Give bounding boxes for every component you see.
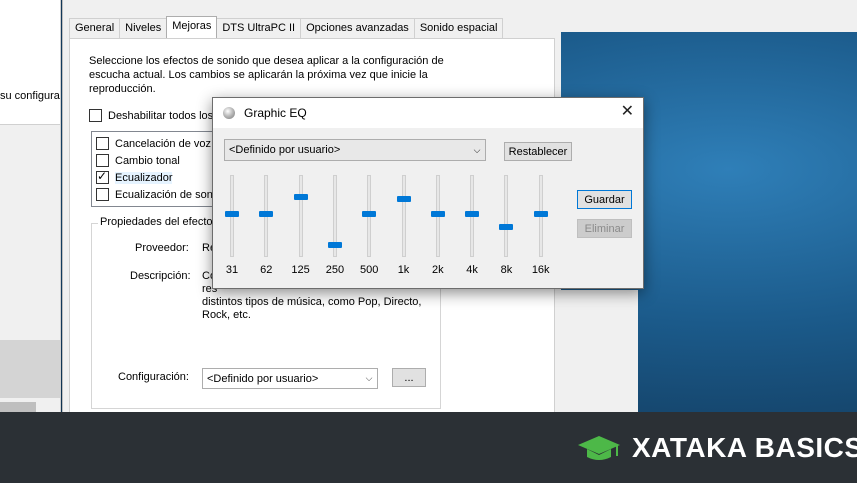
- eq-slider-4k[interactable]: [465, 175, 480, 257]
- background-window-right-top: [560, 0, 857, 32]
- graphic-eq-dialog: Graphic EQ ✕ <Definido por usuario> ⌵ Re…: [212, 97, 644, 289]
- configuration-select-value: <Definido por usuario>: [207, 372, 319, 385]
- eq-slider-16k[interactable]: [533, 175, 548, 257]
- tab-strip: General Niveles Mejoras DTS UltraPC II Opcio…: [69, 16, 504, 38]
- eq-frequency-label: 2k: [431, 264, 444, 276]
- chevron-down-icon: ⌵: [365, 373, 373, 383]
- background-window-right-bottom: [560, 290, 638, 412]
- chevron-down-icon: ⌵: [473, 144, 481, 155]
- eq-slider-1k[interactable]: [396, 175, 411, 257]
- intro-text: Seleccione los efectos de sonido que des…: [89, 55, 444, 95]
- group-legend: Propiedades del efecto d: [98, 216, 224, 228]
- tab-dts-ultrapc-ii[interactable]: DTS UltraPC II: [216, 18, 302, 38]
- eq-slider-31[interactable]: [225, 175, 239, 257]
- background-window-header: [0, 0, 60, 79]
- disable-all-label: Deshabilitar todos los e: [108, 109, 223, 122]
- background-window-scrollbar[interactable]: [0, 402, 36, 412]
- eq-slider-125[interactable]: [293, 175, 308, 257]
- eq-reset-button[interactable]: Restablecer: [504, 142, 572, 161]
- eq-frequency-label: 16k: [531, 264, 550, 276]
- effect-label: Cancelación de voz: [115, 137, 212, 150]
- slider-thumb[interactable]: [293, 194, 308, 200]
- description-line-4: Rock, etc.: [202, 309, 251, 321]
- eq-delete-button: Eliminar: [577, 219, 632, 238]
- effect-checkbox[interactable]: [96, 188, 109, 201]
- eq-frequency-label: 125: [291, 264, 310, 276]
- provider-label: Proveedor:: [135, 242, 189, 254]
- slider-thumb[interactable]: [225, 210, 239, 217]
- configuration-label: Configuración:: [118, 371, 189, 383]
- effect-label: Ecualizador: [115, 171, 173, 184]
- effect-checkbox[interactable]: [96, 154, 109, 167]
- configuration-select[interactable]: <Definido por usuario> ⌵: [202, 368, 378, 389]
- effect-checkbox[interactable]: [96, 169, 109, 184]
- slider-thumb[interactable]: [259, 210, 274, 217]
- eq-frequency-label: 4k: [466, 264, 478, 276]
- checkbox-box[interactable]: [89, 109, 102, 122]
- brand-logo: XATAKA BASICS: [576, 432, 857, 464]
- eq-slider-250[interactable]: [327, 175, 342, 257]
- graphic-eq-title: Graphic EQ: [244, 106, 307, 120]
- eq-frequency-label: 500: [360, 264, 379, 276]
- tab-opciones-avanzadas[interactable]: Opciones avanzadas: [300, 18, 415, 38]
- configuration-more-button[interactable]: ...: [392, 368, 426, 387]
- slider-thumb[interactable]: [396, 195, 411, 202]
- brand-name: XATAKA BASICS: [632, 432, 857, 463]
- tab-niveles[interactable]: Niveles: [119, 18, 168, 38]
- eq-slider-8k[interactable]: [499, 175, 514, 257]
- slider-thumb[interactable]: [499, 224, 514, 231]
- effect-label: Cambio tonal: [115, 154, 180, 167]
- slider-thumb[interactable]: [533, 210, 548, 217]
- effect-item[interactable]: Cambio tonal: [96, 152, 180, 169]
- slider-thumb[interactable]: [465, 210, 480, 217]
- close-icon[interactable]: ✕: [621, 104, 634, 120]
- tab-mejoras[interactable]: Mejoras: [166, 16, 218, 38]
- eq-preset-value: <Definido por usuario>: [229, 144, 341, 156]
- slider-thumb[interactable]: [362, 210, 377, 217]
- eq-preset-select[interactable]: <Definido por usuario> ⌵: [224, 139, 486, 161]
- description-label: Descripción:: [130, 270, 191, 282]
- eq-frequency-label: 1k: [397, 264, 410, 276]
- slider-track: [401, 175, 406, 257]
- disable-all-checkbox[interactable]: Deshabilitar todos los e: [89, 109, 222, 122]
- effect-item[interactable]: Ecualizador: [96, 169, 173, 186]
- slider-track: [504, 175, 509, 257]
- tab-sonido-espacial[interactable]: Sonido espacial: [413, 18, 504, 38]
- slider-thumb[interactable]: [430, 210, 445, 217]
- tab-general[interactable]: General: [69, 18, 121, 38]
- eq-frequency-label: 8k: [500, 264, 513, 276]
- background-window-text: su configura: [0, 90, 60, 102]
- effect-item[interactable]: Ecualización de sonid: [96, 186, 221, 203]
- background-window-left: su configura: [0, 0, 61, 412]
- speaker-icon: [223, 107, 235, 119]
- eq-frequency-label: 31: [225, 264, 239, 276]
- eq-slider-62[interactable]: [259, 175, 274, 257]
- eq-frequency-label: 250: [325, 264, 345, 276]
- background-window-row: su configura: [0, 78, 60, 125]
- background-window-panel: [0, 340, 60, 398]
- eq-slider-500[interactable]: [362, 175, 377, 257]
- eq-slider-2k[interactable]: [430, 175, 445, 257]
- effect-item[interactable]: Cancelación de voz: [96, 135, 211, 152]
- slider-track: [298, 175, 303, 257]
- graduation-cap-icon: [576, 432, 622, 464]
- slider-thumb[interactable]: [327, 241, 342, 248]
- effect-checkbox[interactable]: [96, 137, 109, 150]
- description-line-3: distintos tipos de música, como Pop, Dir…: [202, 296, 422, 308]
- effect-label: Ecualización de sonid: [115, 188, 222, 201]
- eq-save-button[interactable]: Guardar: [577, 190, 632, 209]
- graphic-eq-titlebar[interactable]: Graphic EQ ✕: [213, 98, 643, 128]
- eq-frequency-label: 62: [260, 264, 273, 276]
